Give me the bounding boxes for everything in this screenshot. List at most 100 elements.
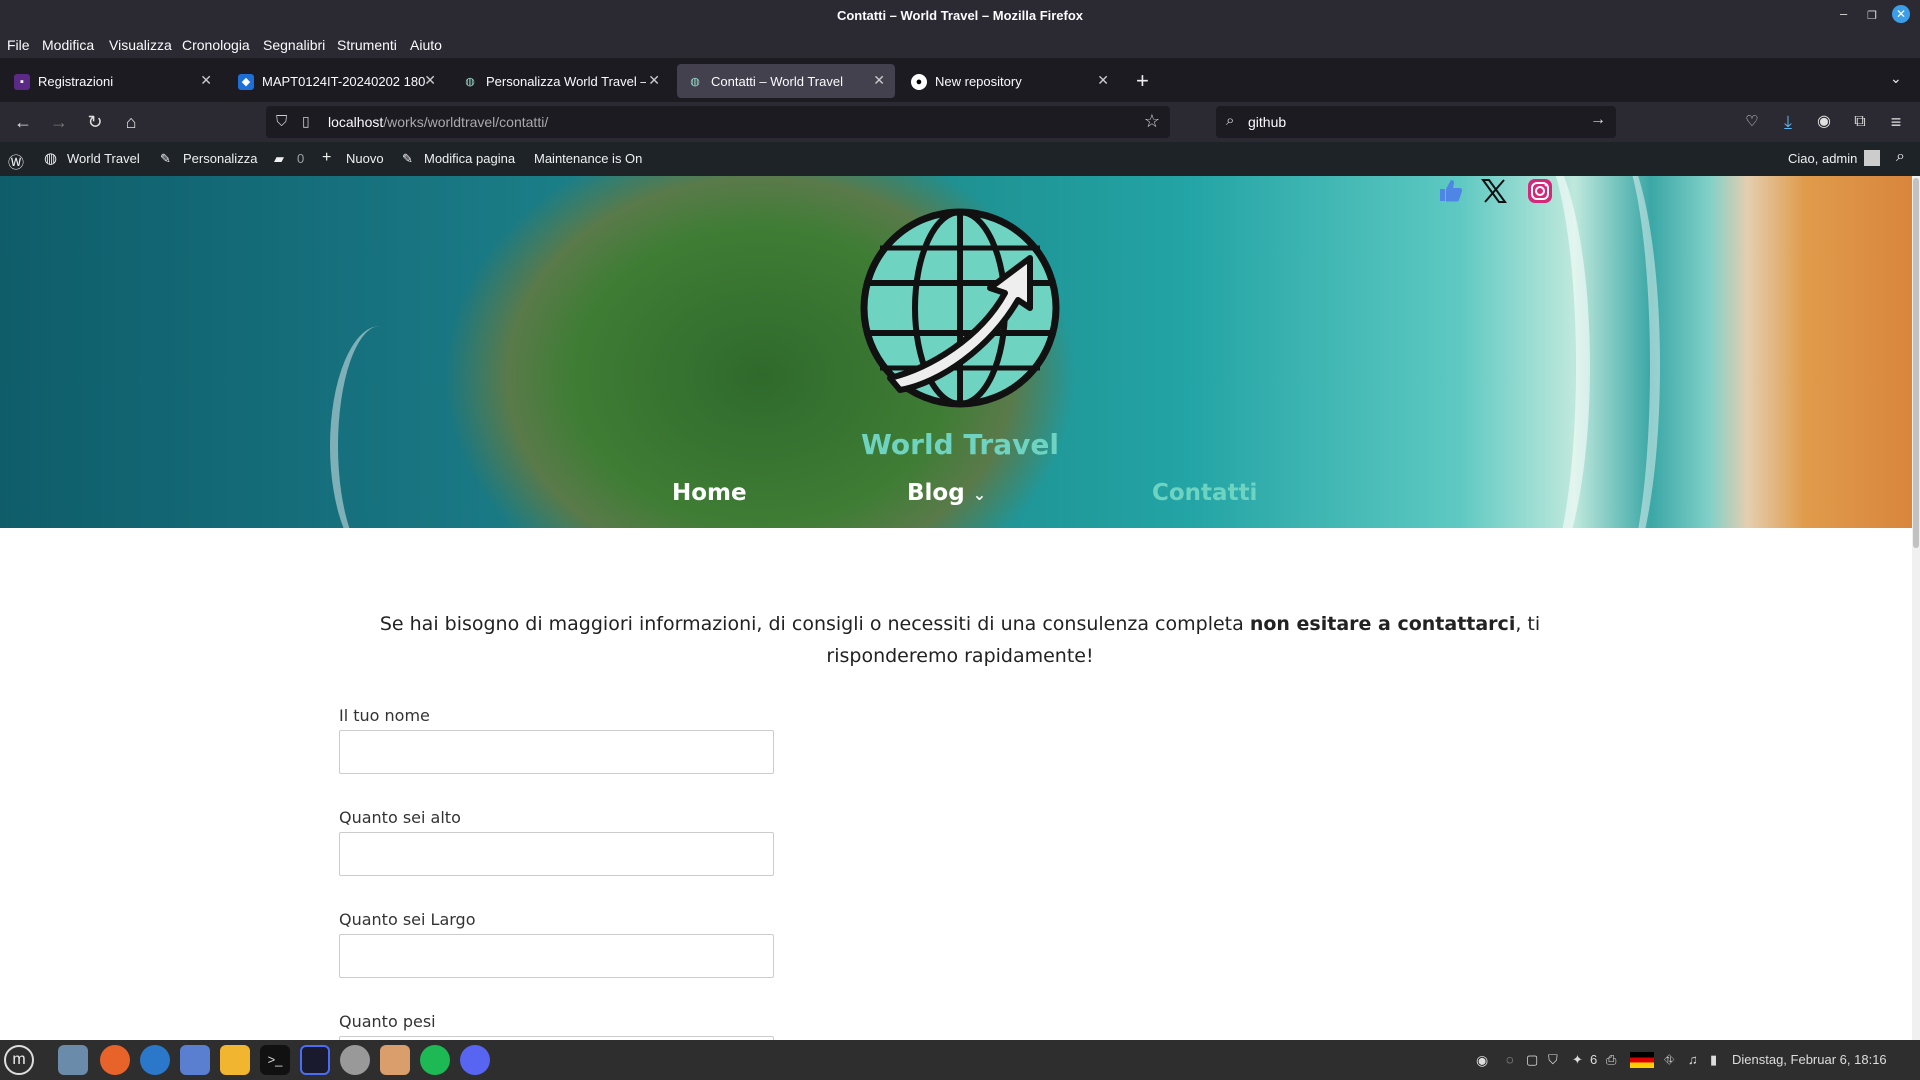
width-input[interactable] (339, 934, 774, 978)
url-text: localhost/works/worldtravel/contatti/ (328, 114, 549, 130)
menu-file[interactable]: File (7, 37, 30, 53)
wave-decoration (330, 326, 430, 528)
notification-count: 6 (1590, 1052, 1598, 1067)
keyboard-layout-flag-icon[interactable] (1630, 1052, 1654, 1068)
forward-icon[interactable]: → (48, 111, 70, 133)
sound-icon[interactable]: ♫ (1688, 1052, 1698, 1067)
page-info-icon[interactable]: ▯ (302, 113, 310, 130)
notifications-icon[interactable]: ✦ (1572, 1052, 1583, 1068)
close-tab-icon[interactable]: ✕ (873, 72, 885, 89)
tab-label: MAPT0124IT-20240202 180 (262, 74, 426, 89)
wordpress-logo-icon[interactable]: Ⓦ (8, 149, 24, 173)
home-icon[interactable]: ⌂ (120, 111, 142, 133)
menu-modifica[interactable]: Modifica (42, 37, 94, 53)
webstorm-icon[interactable] (300, 1045, 330, 1075)
site-icon: ◍ (44, 150, 58, 167)
clipboard-icon[interactable]: ▢ (1526, 1052, 1538, 1068)
extensions-icon[interactable]: ⧉ (1849, 111, 1871, 133)
tab-label: Contatti – World Travel (711, 74, 843, 89)
thunderbird-icon[interactable] (140, 1045, 170, 1075)
nav-home[interactable]: Home (672, 480, 747, 506)
shield-tray-icon[interactable]: ⛉ (1548, 1052, 1558, 1068)
page-icon: ▪ (14, 74, 30, 90)
menu-hamburger-icon[interactable]: ≡ (1885, 111, 1907, 133)
menu-segnalibri[interactable]: Segnalibri (263, 37, 325, 53)
minimize-icon[interactable]: – (1840, 6, 1847, 21)
wp-maintenance-status[interactable]: Maintenance is On (534, 151, 642, 166)
reload-icon[interactable]: ↻ (84, 111, 106, 133)
downloads-icon[interactable]: ⤓ (1777, 111, 1799, 133)
discord-tray-icon[interactable]: ◉ (1476, 1052, 1488, 1069)
wp-admin-bar: Ⓦ ◍ World Travel ✎ Personalizza ▰ 0 + Nu… (0, 142, 1920, 176)
restore-icon[interactable]: ❐ (1867, 9, 1877, 22)
back-icon[interactable]: ← (12, 111, 34, 133)
instagram-icon[interactable] (1526, 177, 1554, 205)
tab-mapt[interactable]: ◆ MAPT0124IT-20240202 180 ✕ (228, 64, 446, 98)
wp-edit-page-link[interactable]: Modifica pagina (424, 151, 515, 166)
page-scrollbar[interactable] (1912, 176, 1920, 1040)
files-icon[interactable] (58, 1045, 88, 1075)
network-icon[interactable]: ⛗ (1664, 1052, 1674, 1068)
wp-account-greeting[interactable]: Ciao, admin (1788, 151, 1857, 166)
wp-new-link[interactable]: Nuovo (346, 151, 384, 166)
screenshot-icon[interactable] (180, 1045, 210, 1075)
close-tab-icon[interactable]: ✕ (424, 72, 436, 89)
bookmark-star-icon[interactable]: ☆ (1144, 111, 1160, 132)
tab-personalizza[interactable]: ◍ Personalizza World Travel – ✕ (452, 64, 670, 98)
menu-cronologia[interactable]: Cronologia (182, 37, 250, 53)
height-input[interactable] (339, 832, 774, 876)
account-icon[interactable]: ◉ (1813, 111, 1835, 133)
wave-decoration (1560, 176, 1660, 528)
tab-label: Registrazioni (38, 74, 114, 89)
search-bar[interactable]: ⌕ github → (1216, 106, 1616, 138)
go-arrow-icon[interactable]: → (1590, 111, 1606, 129)
x-twitter-icon[interactable] (1480, 177, 1508, 205)
wordpress-icon: ◍ (690, 76, 700, 88)
close-tab-icon[interactable]: ✕ (1097, 72, 1109, 89)
wp-site-link[interactable]: World Travel (67, 151, 140, 166)
site-title[interactable]: World Travel (0, 428, 1920, 461)
search-input[interactable]: github (1248, 114, 1286, 130)
battery-icon[interactable]: ▮ (1710, 1052, 1717, 1068)
new-tab-icon[interactable]: + (1136, 68, 1149, 94)
clock[interactable]: Dienstag, Februar 6, 18:16 (1732, 1052, 1887, 1067)
menu-strumenti[interactable]: Strumenti (337, 37, 397, 53)
mint-menu-icon[interactable]: m (4, 1045, 34, 1075)
shield-icon[interactable]: ⛉ (276, 113, 287, 130)
firefox-icon[interactable] (100, 1045, 130, 1075)
comment-icon: ▰ (274, 151, 284, 166)
menu-visualizza[interactable]: Visualizza (109, 37, 172, 53)
nav-contatti[interactable]: Contatti (1152, 480, 1257, 506)
tray-app-icon[interactable]: ◌ (1506, 1052, 1514, 1067)
list-tabs-icon[interactable]: ⌄ (1890, 70, 1902, 87)
scrollbar-thumb[interactable] (1913, 178, 1919, 548)
world-travel-logo[interactable] (860, 208, 1060, 408)
printer-icon[interactable]: ⎙ (1606, 1052, 1616, 1068)
nav-blog[interactable]: Blog ⌄ (907, 480, 986, 506)
settings-icon[interactable] (340, 1045, 370, 1075)
close-tab-icon[interactable]: ✕ (648, 72, 660, 89)
pocket-icon[interactable]: ♡ (1741, 111, 1763, 133)
menu-aiuto[interactable]: Aiuto (410, 37, 442, 53)
inkscape-icon[interactable] (380, 1045, 410, 1075)
tab-contatti[interactable]: ◍ Contatti – World Travel ✕ (677, 64, 895, 98)
url-bar[interactable]: ⛉ ▯ localhost/works/worldtravel/contatti… (266, 106, 1170, 138)
wp-customize-link[interactable]: Personalizza (183, 151, 257, 166)
discord-icon[interactable] (460, 1045, 490, 1075)
wp-comments-count[interactable]: 0 (297, 151, 304, 166)
terminal-icon[interactable]: >_ (260, 1045, 290, 1075)
tab-new-repository[interactable]: ● New repository ✕ (901, 64, 1119, 98)
close-tab-icon[interactable]: ✕ (200, 72, 212, 89)
calculator-icon[interactable] (220, 1045, 250, 1075)
field-label-larghezza: Quanto sei Largo (339, 910, 476, 929)
wordpress-icon: ◍ (465, 76, 475, 88)
spotify-icon[interactable] (420, 1045, 450, 1075)
close-window-icon[interactable]: ✕ (1892, 5, 1910, 23)
avatar[interactable] (1864, 150, 1880, 166)
search-icon[interactable]: ⌕ (1896, 148, 1905, 166)
field-label-peso: Quanto pesi (339, 1012, 436, 1031)
webex-icon: ◆ (238, 74, 254, 90)
facebook-like-icon[interactable] (1436, 177, 1464, 205)
tab-registrazioni[interactable]: ▪ Registrazioni ✕ (4, 64, 222, 98)
name-input[interactable] (339, 730, 774, 774)
